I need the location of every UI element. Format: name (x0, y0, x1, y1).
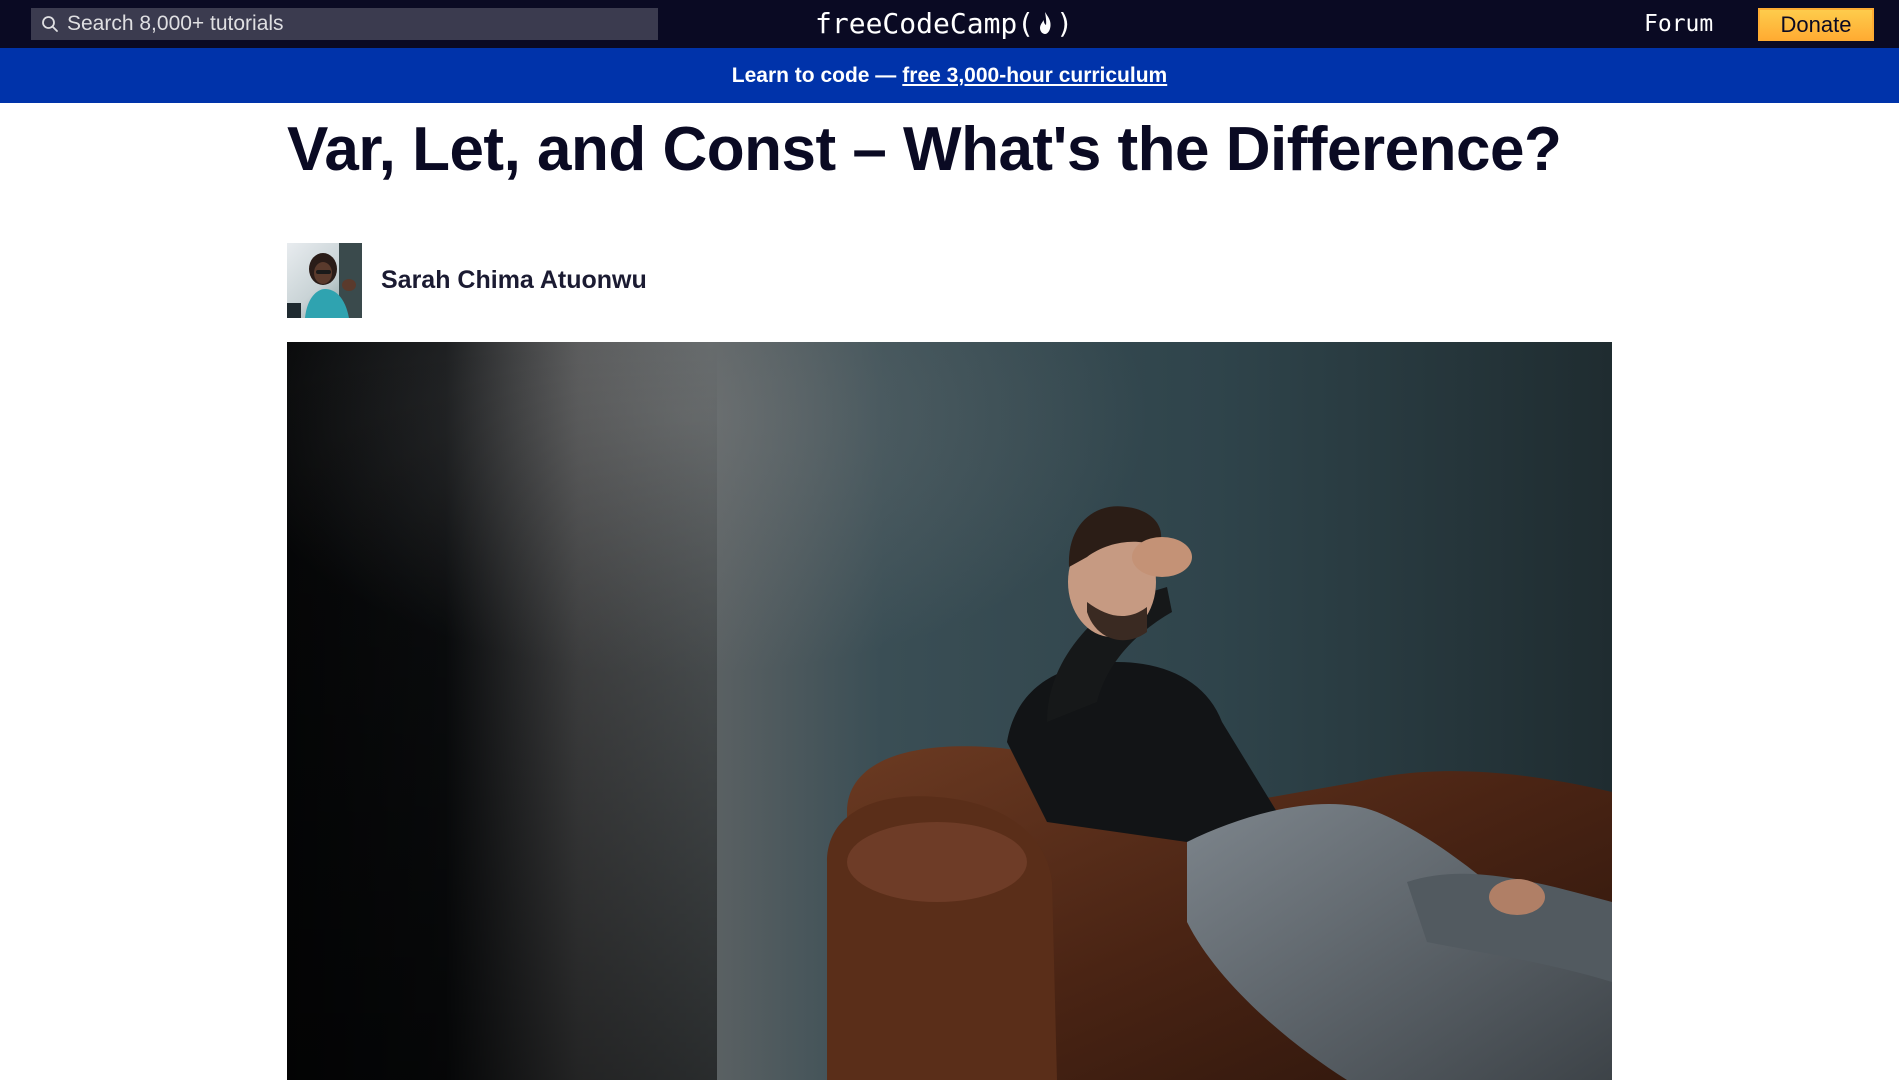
author-name[interactable]: Sarah Chima Atuonwu (381, 266, 647, 295)
author-byline[interactable]: Sarah Chima Atuonwu (287, 242, 647, 318)
logo-text-left: freeCodeCamp( (815, 6, 1035, 40)
feature-image (287, 342, 1612, 1080)
banner-text: Learn to code — (731, 63, 897, 87)
freecodecamp-logo[interactable]: freeCodeCamp( ) (815, 4, 1073, 42)
article-title: Var, Let, and Const – What's the Differe… (287, 115, 1562, 184)
search-icon (42, 16, 58, 32)
author-avatar[interactable] (287, 242, 362, 318)
search-bar[interactable] (31, 8, 658, 40)
donate-button[interactable]: Donate (1758, 8, 1874, 41)
flame-icon (1040, 12, 1051, 34)
search-input[interactable] (67, 8, 658, 40)
top-navigation: freeCodeCamp( ) Forum Donate (0, 0, 1899, 48)
curriculum-link[interactable]: free 3,000-hour curriculum (902, 64, 1167, 88)
logo-text-right: ) (1056, 6, 1074, 40)
breadcrumb-cut-off (287, 103, 427, 106)
forum-link[interactable]: Forum (1632, 6, 1725, 42)
curriculum-banner: Learn to code — free 3,000-hour curricul… (0, 48, 1899, 103)
